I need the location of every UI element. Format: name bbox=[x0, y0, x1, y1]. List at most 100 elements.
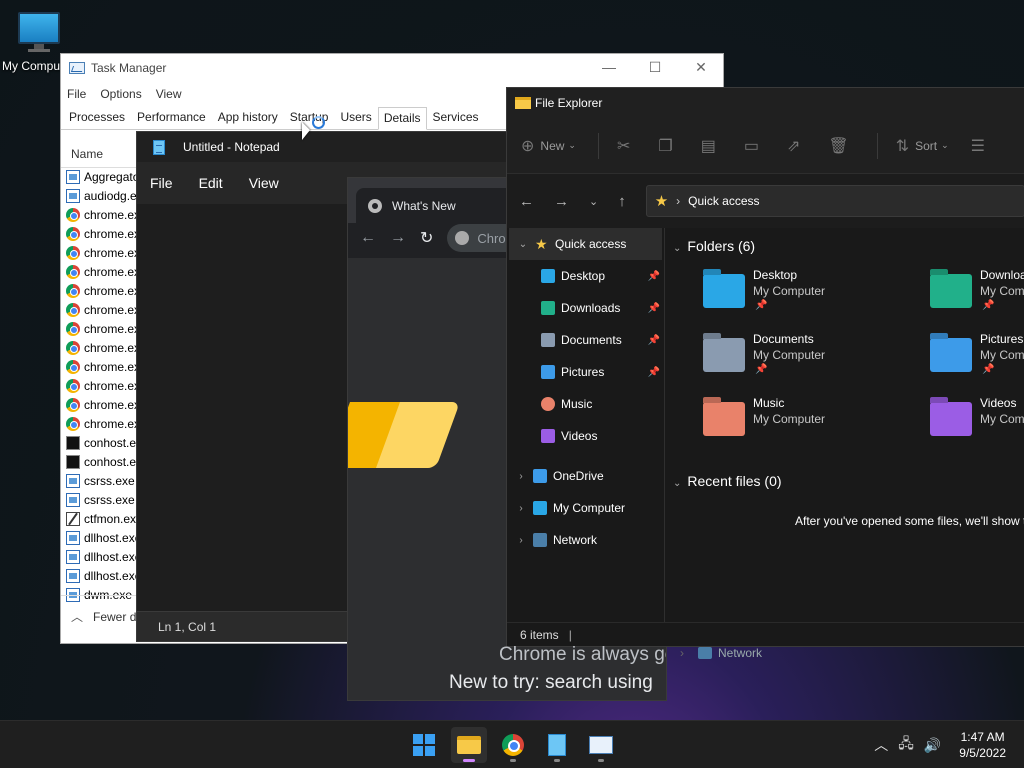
table-row[interactable]: chrome.exe bbox=[61, 243, 137, 262]
process-name: dllhost.exe bbox=[84, 549, 137, 564]
chevron-right-icon[interactable]: › bbox=[513, 535, 529, 546]
file-explorer-window[interactable]: File Explorer ⊕ New ⌄ ✂ ❐ ▤ ▭ ⇗ 🗑 ⇅ Sort… bbox=[506, 87, 1024, 647]
table-row[interactable]: chrome.exe bbox=[61, 395, 137, 414]
reload-icon[interactable]: ↻ bbox=[420, 228, 433, 248]
menu-options[interactable]: Options bbox=[100, 87, 141, 101]
forward-icon[interactable]: → bbox=[554, 193, 569, 210]
nav-item-music[interactable]: Music bbox=[507, 388, 664, 420]
column-header-name[interactable]: Name bbox=[61, 142, 141, 168]
table-row[interactable]: chrome.exe bbox=[61, 319, 137, 338]
cut-button[interactable]: ✂ bbox=[617, 136, 636, 156]
forward-icon[interactable]: → bbox=[390, 229, 406, 247]
chrome-tab-title: What's New bbox=[392, 198, 456, 213]
table-row[interactable]: AggregatorHost.exe bbox=[61, 167, 137, 186]
nav-item-desktop[interactable]: Desktop 📌 bbox=[507, 260, 664, 292]
nav-item-my-computer[interactable]: › My Computer bbox=[507, 492, 664, 524]
network-status-icon[interactable]: 🖧 bbox=[898, 733, 914, 757]
table-row[interactable]: chrome.exe bbox=[61, 262, 137, 281]
folder-tile[interactable]: Music My Computer bbox=[703, 396, 923, 452]
table-row[interactable]: dllhost.exe bbox=[61, 547, 137, 566]
view-button[interactable]: ☰ bbox=[971, 136, 991, 156]
table-row[interactable]: chrome.exe bbox=[61, 205, 137, 224]
taskbar-task-manager[interactable] bbox=[583, 727, 619, 763]
table-row[interactable]: ctfmon.exe bbox=[61, 509, 137, 528]
tab-performance[interactable]: Performance bbox=[131, 106, 212, 129]
file-explorer-titlebar[interactable]: File Explorer bbox=[507, 88, 1024, 118]
table-row[interactable]: chrome.exe bbox=[61, 357, 137, 376]
folder-tile[interactable]: Documents My Computer 📌 bbox=[703, 332, 923, 388]
table-row[interactable]: chrome.exe bbox=[61, 376, 137, 395]
table-row[interactable]: dllhost.exe bbox=[61, 566, 137, 585]
tab-app-history[interactable]: App history bbox=[212, 106, 284, 129]
nav-item-onedrive[interactable]: › OneDrive bbox=[507, 460, 664, 492]
nav-item-label: Desktop bbox=[561, 269, 606, 283]
process-name: conhost.exe bbox=[84, 435, 137, 450]
folder-tile[interactable]: Desktop My Computer 📌 bbox=[703, 268, 923, 324]
chevron-right-icon[interactable]: › bbox=[513, 503, 529, 514]
folders-section-header[interactable]: ⌄ Folders (6) bbox=[673, 238, 755, 254]
recent-locations-icon[interactable]: ⌄ bbox=[589, 195, 598, 208]
start-button[interactable] bbox=[406, 727, 442, 763]
notepad-menu-file[interactable]: File bbox=[150, 175, 173, 191]
nav-item-quick-access[interactable]: ⌄ ★ Quick access bbox=[509, 228, 662, 260]
notepad-icon bbox=[153, 139, 165, 155]
folder-tile[interactable]: Pictures My Computer 📌 bbox=[930, 332, 1024, 388]
tab-processes[interactable]: Processes bbox=[63, 106, 131, 129]
table-row[interactable]: chrome.exe bbox=[61, 224, 137, 243]
address-row: ← → ⌄ ↑ ★ › Quick access bbox=[507, 174, 1024, 228]
delete-button[interactable]: 🗑 bbox=[828, 136, 854, 156]
tab-users[interactable]: Users bbox=[334, 106, 377, 129]
back-icon[interactable]: ← bbox=[360, 229, 376, 247]
table-row[interactable]: csrss.exe bbox=[61, 471, 137, 490]
up-icon[interactable]: ↑ bbox=[618, 193, 626, 210]
documents-icon bbox=[541, 333, 555, 347]
notepad-menu-view[interactable]: View bbox=[249, 175, 279, 191]
volume-icon[interactable]: 🔊 bbox=[924, 737, 941, 754]
nav-item-downloads[interactable]: Downloads 📌 bbox=[507, 292, 664, 324]
nav-item-label: OneDrive bbox=[553, 469, 604, 483]
clock[interactable]: 1:47 AM 9/5/2022 bbox=[959, 729, 1006, 761]
menu-view[interactable]: View bbox=[156, 87, 182, 101]
paste-button[interactable]: ▤ bbox=[701, 136, 722, 156]
chevron-right-icon[interactable]: › bbox=[513, 471, 529, 482]
taskbar-chrome[interactable] bbox=[495, 727, 531, 763]
notepad-menu-edit[interactable]: Edit bbox=[199, 175, 223, 191]
task-manager-titlebar[interactable]: Task Manager bbox=[61, 54, 723, 82]
menu-file[interactable]: File bbox=[67, 87, 86, 101]
copy-button[interactable]: ❐ bbox=[658, 136, 678, 156]
table-row[interactable]: audiodg.exe bbox=[61, 186, 137, 205]
taskbar-file-explorer[interactable] bbox=[451, 727, 487, 763]
share-button[interactable]: ⇗ bbox=[787, 136, 806, 156]
minimize-button[interactable]: — bbox=[599, 58, 619, 76]
window-icon bbox=[66, 530, 80, 545]
nav-item-documents[interactable]: Documents 📌 bbox=[507, 324, 664, 356]
folder-tile[interactable]: Videos My Computer bbox=[930, 396, 1024, 452]
tab-services[interactable]: Services bbox=[427, 106, 485, 129]
folder-tile[interactable]: Downloads My Computer 📌 bbox=[930, 268, 1024, 324]
table-row[interactable]: chrome.exe bbox=[61, 281, 137, 300]
table-row[interactable]: dllhost.exe bbox=[61, 528, 137, 547]
new-button[interactable]: ⊕ New ⌄ bbox=[521, 136, 576, 156]
taskbar-notepad[interactable] bbox=[539, 727, 575, 763]
nav-item-pictures[interactable]: Pictures 📌 bbox=[507, 356, 664, 388]
table-row[interactable]: chrome.exe bbox=[61, 414, 137, 433]
back-icon[interactable]: ← bbox=[519, 193, 534, 210]
nav-item-videos[interactable]: Videos bbox=[507, 420, 664, 452]
table-row[interactable]: csrss.exe bbox=[61, 490, 137, 509]
console-icon bbox=[66, 435, 80, 450]
notepad-titlebar[interactable]: Untitled - Notepad bbox=[137, 132, 510, 162]
table-row[interactable]: conhost.exe bbox=[61, 433, 137, 452]
table-row[interactable]: conhost.exe bbox=[61, 452, 137, 471]
sort-button[interactable]: ⇅ Sort ⌄ bbox=[896, 136, 949, 156]
chevron-up-icon[interactable]: ︿ bbox=[874, 735, 888, 755]
rename-button[interactable]: ▭ bbox=[744, 136, 765, 156]
table-row[interactable]: chrome.exe bbox=[61, 300, 137, 319]
close-button[interactable]: ✕ bbox=[691, 58, 711, 76]
table-row[interactable]: chrome.exe bbox=[61, 338, 137, 357]
address-bar[interactable]: ★ › Quick access bbox=[645, 185, 1024, 217]
recent-section-header[interactable]: ⌄ Recent files (0) bbox=[673, 473, 782, 489]
tab-details[interactable]: Details bbox=[377, 107, 427, 130]
maximize-button[interactable]: ☐ bbox=[645, 58, 665, 76]
chevron-down-icon[interactable]: ⌄ bbox=[515, 239, 531, 250]
nav-item-network[interactable]: › Network bbox=[507, 524, 664, 556]
